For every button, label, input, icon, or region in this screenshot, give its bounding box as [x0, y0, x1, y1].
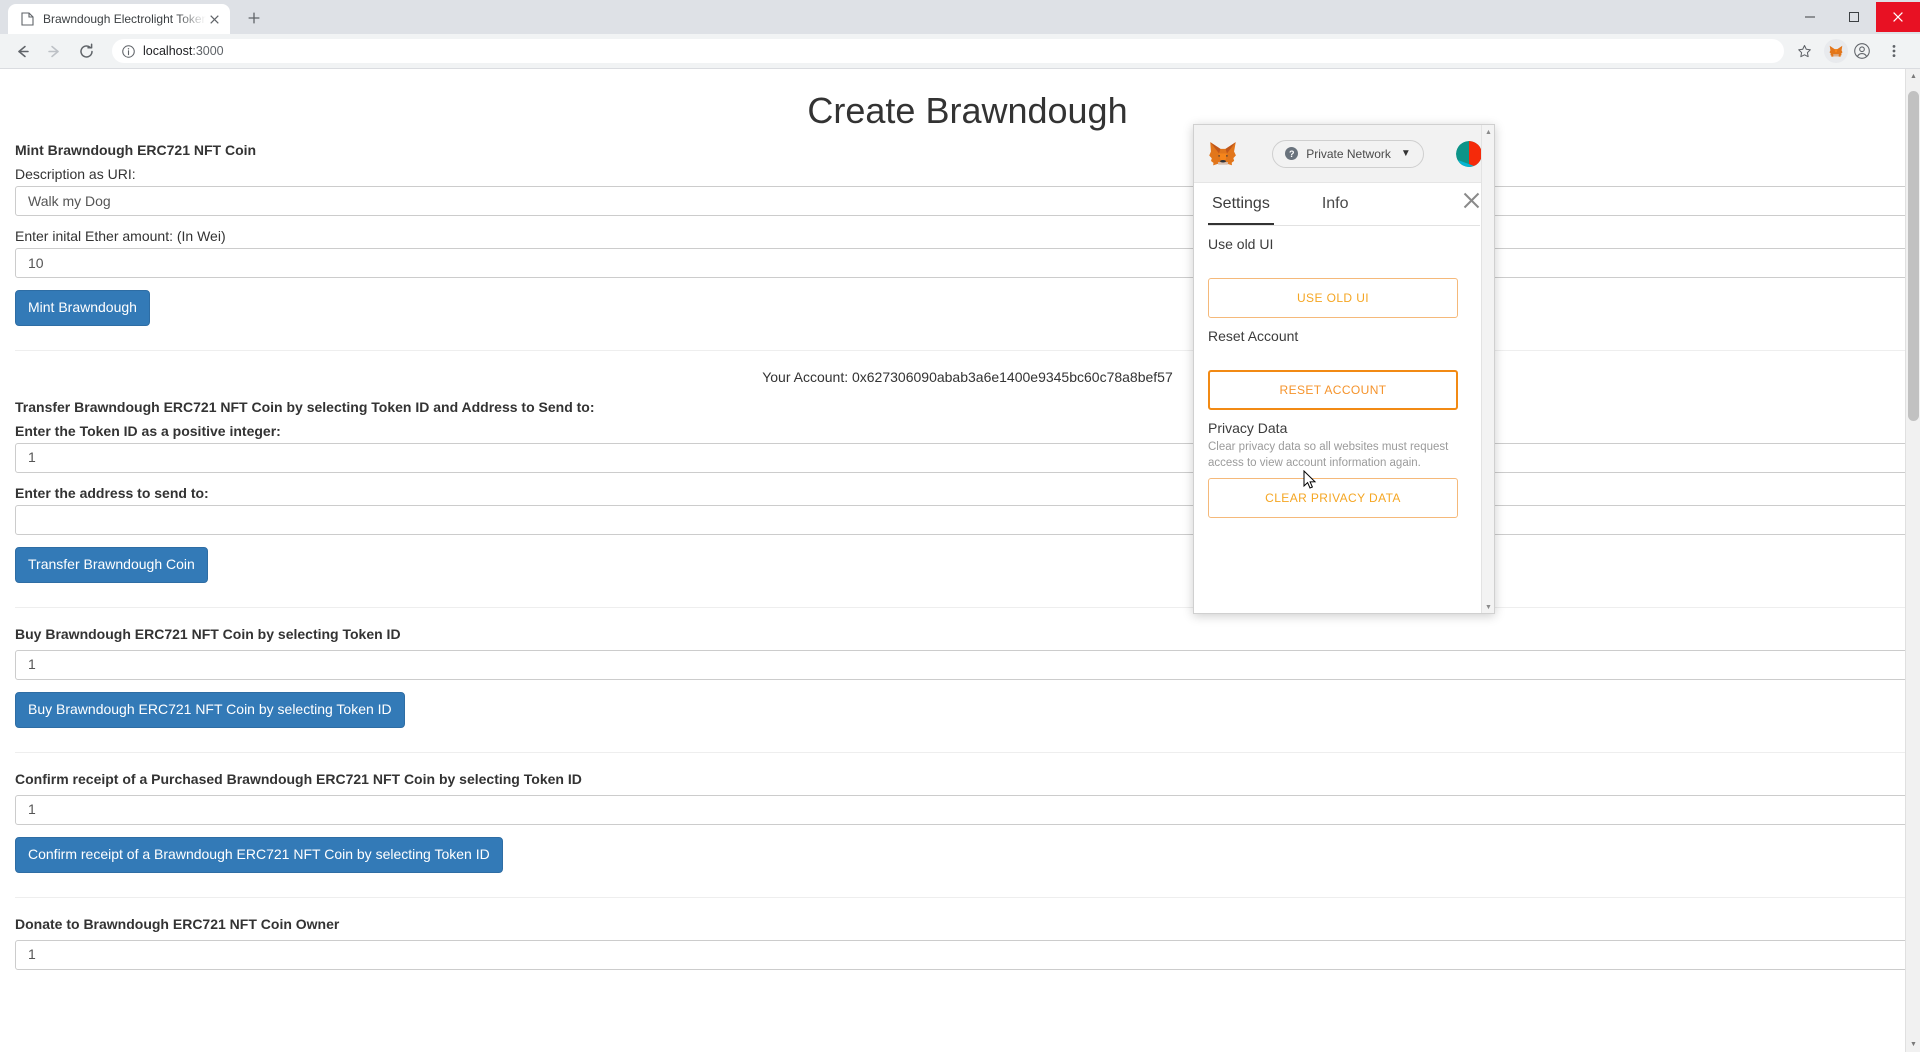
buy-heading: Buy Brawndough ERC721 NFT Coin by select… [15, 625, 401, 642]
donate-token-id-select[interactable]: 1 [15, 939, 1920, 970]
url-host: localhost [143, 44, 193, 58]
metamask-header: ? Private Network ▼ [1194, 125, 1494, 183]
close-icon[interactable] [1463, 192, 1480, 217]
window-close-icon[interactable] [1876, 2, 1920, 32]
transfer-section: Transfer Brawndough ERC721 NFT Coin by s… [15, 399, 1920, 589]
setting-title: Reset Account [1208, 328, 1299, 344]
divider [15, 350, 1920, 352]
close-icon[interactable] [206, 11, 222, 27]
setting-title: Privacy Data [1208, 420, 1288, 436]
metamask-fox-icon [1206, 137, 1240, 171]
toolbar-right [1790, 37, 1912, 65]
clear-privacy-data-button[interactable]: CLEAR PRIVACY DATA [1208, 477, 1458, 518]
page-icon [19, 11, 35, 27]
send-address-input[interactable] [15, 505, 1920, 536]
divider [15, 606, 1920, 608]
ether-amount-input[interactable] [15, 248, 1920, 279]
scroll-down-arrow-icon[interactable]: ▼ [1906, 1037, 1920, 1052]
browser-toolbar: localhost:3000 [0, 34, 1920, 69]
metamask-popup: ? Private Network ▼ Settings Info Use ol… [1193, 124, 1495, 614]
setting-reset-account: Reset Account RESET ACCOUNT [1208, 318, 1480, 410]
page-title: Create Brawndough [807, 90, 1128, 131]
tab-strip: Brawndough Electrolight Token [0, 0, 1920, 34]
use-old-ui-button[interactable]: USE OLD UI [1208, 278, 1458, 318]
back-arrow-icon[interactable] [8, 37, 36, 65]
divider [15, 896, 1920, 898]
buy-token-id-select[interactable]: 1 [15, 649, 1920, 680]
browser-window: Brawndough Electrolight Token localhost … [0, 0, 1920, 1052]
tab-info[interactable]: Info [1318, 183, 1353, 225]
chevron-down-icon: ▼ [1400, 148, 1411, 159]
account-address: Your Account: 0x627306090abab3a6e1400e93… [762, 369, 1173, 386]
setting-privacy-data: Privacy Data Clear privacy data so all w… [1208, 410, 1480, 518]
scrollbar-thumb[interactable] [1908, 91, 1919, 421]
token-id-label: Enter the Token ID as a positive integer… [15, 423, 281, 440]
mint-heading: Mint Brawndough ERC721 NFT Coin [15, 142, 257, 159]
metamask-tabs: Settings Info [1194, 183, 1494, 225]
metamask-extension-icon[interactable] [1824, 39, 1848, 63]
tab-title: Brawndough Electrolight Token [43, 12, 206, 26]
web-page: Create Brawndough Mint Brawndough ERC721… [0, 69, 1920, 1052]
uri-input[interactable] [15, 186, 1920, 217]
tab-settings[interactable]: Settings [1208, 183, 1274, 225]
buy-section: Buy Brawndough ERC721 NFT Coin by select… [15, 626, 1920, 734]
transfer-heading: Transfer Brawndough ERC721 NFT Coin by s… [15, 399, 595, 416]
account-identicon[interactable] [1455, 140, 1482, 167]
donate-section: Donate to Brawndough ERC721 NFT Coin Own… [15, 916, 1920, 970]
network-selector[interactable]: ? Private Network ▼ [1272, 139, 1424, 168]
confirm-section: Confirm receipt of a Purchased Brawndoug… [15, 771, 1920, 879]
browser-tab[interactable]: Brawndough Electrolight Token [8, 4, 230, 34]
maximize-icon[interactable] [1832, 2, 1876, 32]
window-controls [1788, 0, 1920, 34]
settings-list: Use old UI USE OLD UI Reset Account RESE… [1194, 226, 1494, 613]
info-circle-icon [122, 44, 135, 58]
transfer-token-id-select[interactable]: 1 [15, 443, 1920, 474]
url-path: :3000 [192, 44, 224, 58]
donate-heading: Donate to Brawndough ERC721 NFT Coin Own… [15, 915, 340, 932]
setting-use-old-ui: Use old UI USE OLD UI [1208, 226, 1480, 318]
setting-description: Clear privacy data so all websites must … [1208, 441, 1449, 469]
ether-amount-label: Enter inital Ether amount: (In Wei) [15, 228, 226, 245]
address-bar[interactable]: localhost:3000 [112, 39, 1784, 63]
mint-brawndough-button[interactable]: Mint Brawndough [15, 290, 150, 327]
page-viewport: Create Brawndough Mint Brawndough ERC721… [0, 69, 1920, 1052]
popup-scrollbar[interactable]: ▲ ▼ [1481, 125, 1494, 613]
uri-label: Description as URI: [15, 166, 136, 183]
three-dot-menu-icon[interactable] [1880, 37, 1908, 65]
page-scrollbar[interactable]: ▲ ▼ [1905, 69, 1920, 1052]
send-address-label: Enter the address to send to: [15, 485, 209, 502]
mint-section: Mint Brawndough ERC721 NFT Coin Descript… [15, 142, 1920, 332]
reload-icon[interactable] [72, 37, 100, 65]
divider [15, 751, 1920, 753]
profile-avatar-icon[interactable] [1848, 37, 1876, 65]
reset-account-button[interactable]: RESET ACCOUNT [1208, 370, 1458, 410]
question-mark-icon: ? [1285, 147, 1299, 160]
confirm-receipt-button[interactable]: Confirm receipt of a Brawndough ERC721 N… [15, 836, 503, 873]
forward-arrow-icon[interactable] [40, 37, 68, 65]
minimize-icon[interactable] [1788, 2, 1832, 32]
scroll-up-arrow-icon[interactable]: ▲ [1906, 69, 1920, 84]
buy-brawndough-button[interactable]: Buy Brawndough ERC721 NFT Coin by select… [15, 691, 405, 728]
transfer-brawndough-button[interactable]: Transfer Brawndough Coin [15, 547, 208, 583]
confirm-heading: Confirm receipt of a Purchased Brawndoug… [15, 770, 582, 787]
new-tab-button[interactable] [240, 4, 268, 32]
scroll-up-arrow-icon[interactable]: ▲ [1482, 126, 1494, 139]
bookmark-star-icon[interactable] [1790, 37, 1818, 65]
confirm-token-id-select[interactable]: 1 [15, 794, 1920, 825]
scroll-down-arrow-icon[interactable]: ▼ [1482, 601, 1494, 613]
setting-title: Use old UI [1208, 236, 1274, 252]
network-label: Private Network [1306, 146, 1391, 161]
